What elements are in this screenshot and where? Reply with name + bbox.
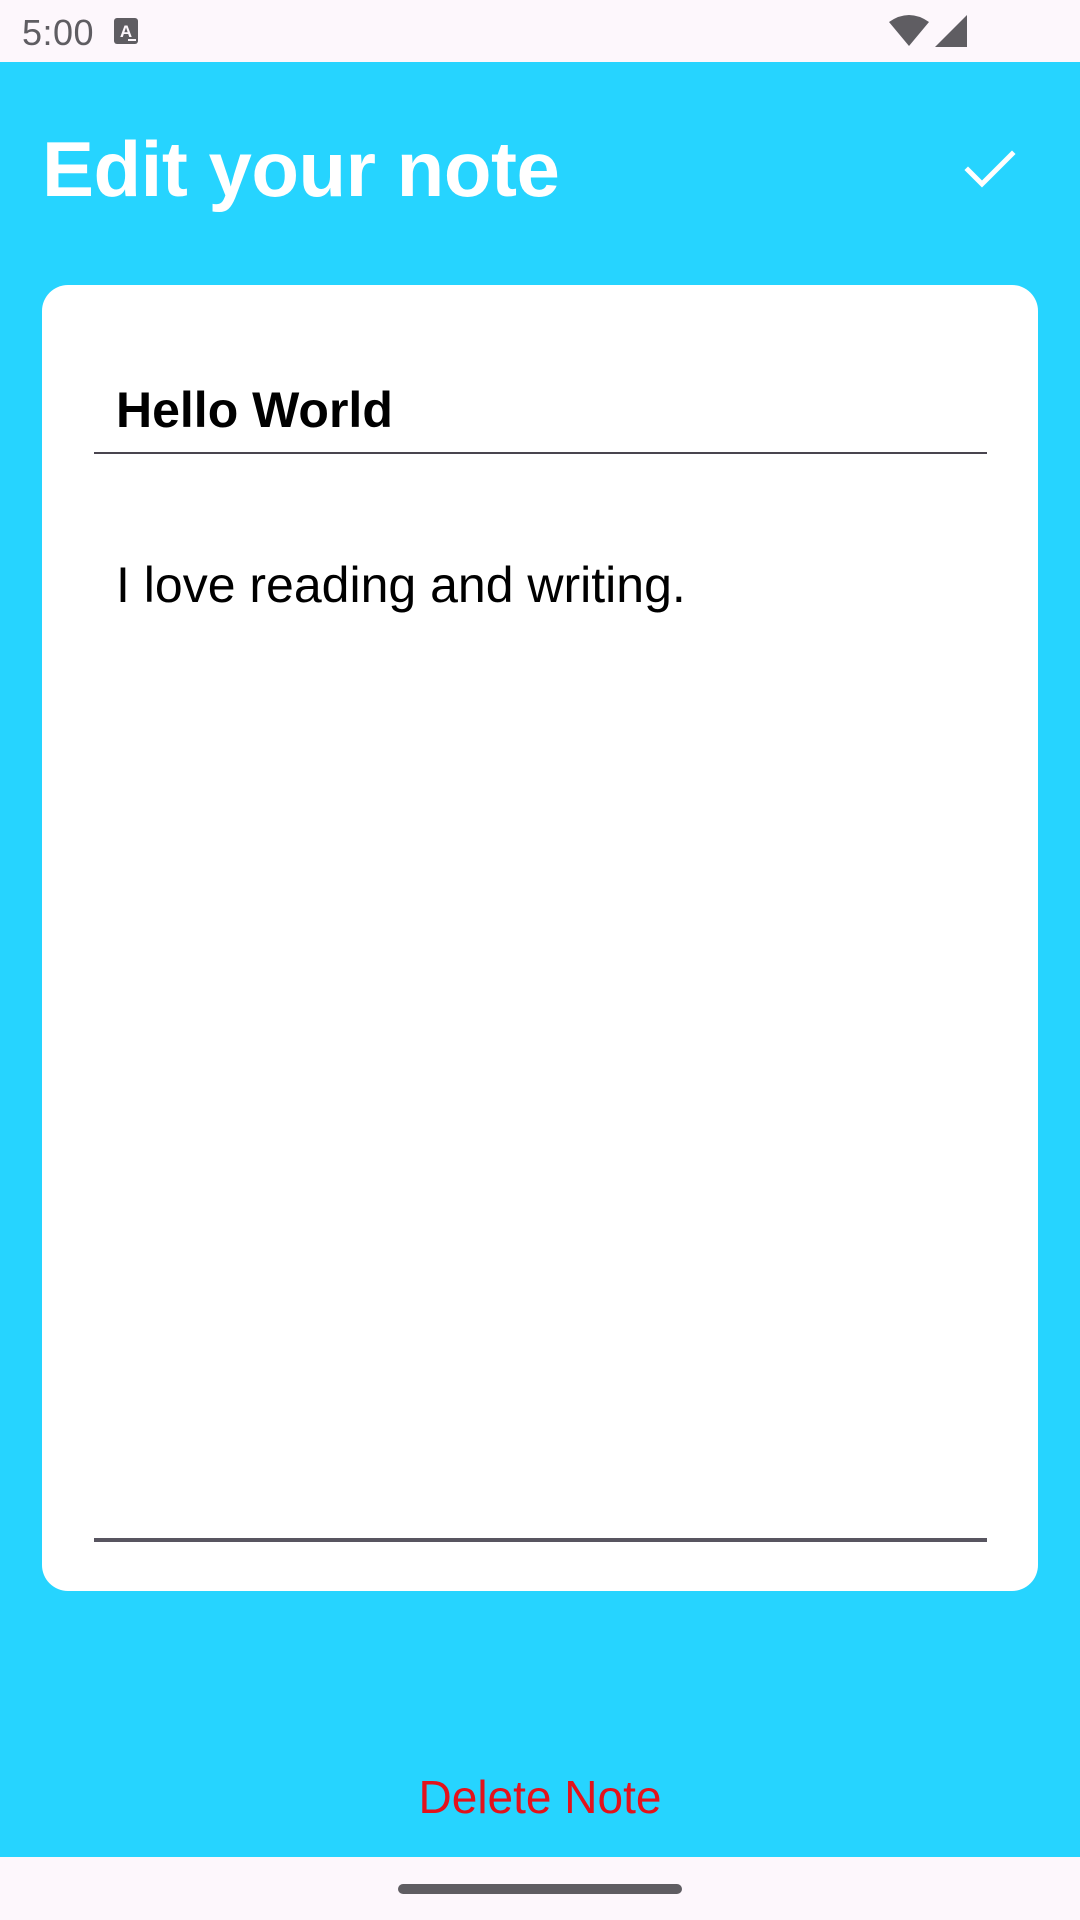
svg-text:A: A <box>120 22 132 41</box>
note-title-input[interactable] <box>94 375 987 452</box>
check-icon <box>964 150 1016 188</box>
note-body-input[interactable]: I love reading and writing. <box>94 535 987 1535</box>
page-title: Edit your note <box>42 125 560 213</box>
status-bar: 5:00 A <box>0 0 1080 62</box>
status-time: 5:00 <box>22 12 95 53</box>
delete-note-button[interactable]: Delete Note <box>0 1757 1080 1837</box>
note-body-underline <box>94 1538 987 1542</box>
note-title-field <box>94 375 987 454</box>
edit-note-screen: Edit your note I love reading and writin… <box>0 62 1080 1857</box>
navigation-bar <box>0 1857 1080 1920</box>
home-gesture-handle[interactable] <box>398 1884 682 1894</box>
text-notification-icon: A <box>114 18 138 44</box>
note-card: I love reading and writing. <box>42 285 1038 1591</box>
wifi-icon <box>889 15 929 46</box>
save-button[interactable] <box>955 134 1025 204</box>
cell-signal-icon <box>935 15 967 47</box>
note-body-field: I love reading and writing. <box>94 535 987 1571</box>
